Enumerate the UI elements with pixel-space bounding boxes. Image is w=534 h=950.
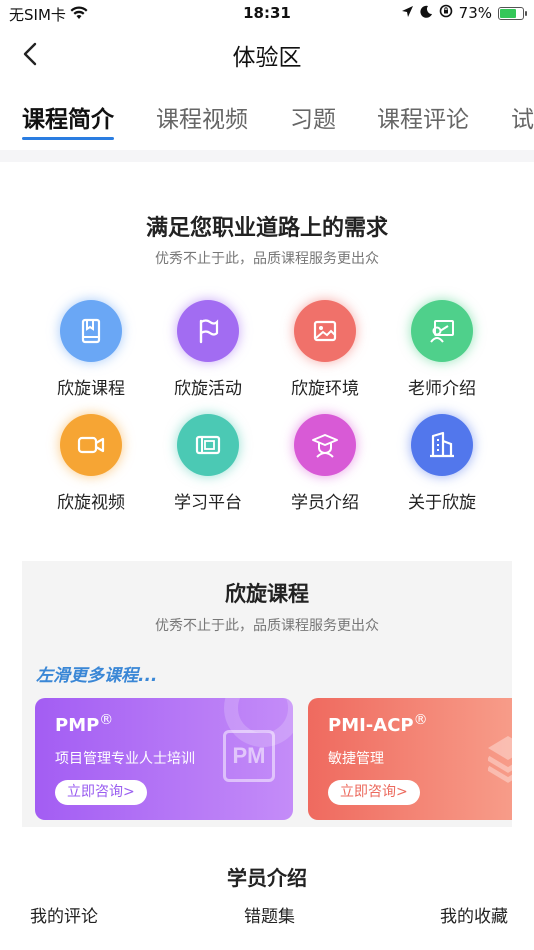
grid-label: 学员介绍 <box>291 493 359 513</box>
grid-label: 学习平台 <box>174 493 242 513</box>
nav-bar: 体验区 <box>0 28 534 80</box>
video-icon <box>60 414 122 476</box>
teacher-icon <box>411 300 473 362</box>
flag-icon <box>177 300 239 362</box>
tab-trial[interactable]: 试 <box>511 100 534 134</box>
pm-badge-icon: PM <box>223 730 275 782</box>
my-favorites-link[interactable]: 我的收藏 <box>440 902 508 927</box>
my-comments-link[interactable]: 我的评论 <box>30 902 98 927</box>
card-title: PMP® <box>55 712 113 736</box>
location-icon <box>401 4 414 22</box>
grid-label: 欣旋活动 <box>174 379 242 399</box>
grid-item-videos[interactable]: 欣旋视频 <box>41 414 141 513</box>
grid-item-about[interactable]: 关于欣旋 <box>392 414 492 513</box>
grid-item-environment[interactable]: 欣旋环境 <box>275 300 375 399</box>
battery-level <box>500 8 517 18</box>
course-card-pmp[interactable]: PM PMP® 项目管理专业人士培训 立即咨询> <box>35 698 293 820</box>
courses-section-title: 欣旋课程 <box>225 582 309 606</box>
card-title: PMI-ACP® <box>328 712 428 736</box>
grid-item-courses[interactable]: 欣旋课程 <box>41 300 141 399</box>
battery-icon <box>498 6 527 20</box>
platform-icon <box>177 414 239 476</box>
tab-exercises[interactable]: 习题 <box>290 100 336 134</box>
image-icon <box>294 300 356 362</box>
building-icon <box>411 414 473 476</box>
grid-item-platform[interactable]: 学习平台 <box>158 414 258 513</box>
grid-label: 欣旋课程 <box>57 379 125 399</box>
tab-active-indicator <box>22 137 114 140</box>
grid-label: 欣旋视频 <box>57 493 125 513</box>
grid-item-activities[interactable]: 欣旋活动 <box>158 300 258 399</box>
card-title-text: PMP <box>55 715 100 736</box>
tab-comments[interactable]: 课程评论 <box>377 100 469 134</box>
grid-label: 关于欣旋 <box>408 493 476 513</box>
card-desc: 项目管理专业人士培训 <box>55 751 195 767</box>
status-bar: 无SIM卡 18:31 73% <box>0 0 534 28</box>
needs-section-title: 满足您职业道路上的需求 <box>145 216 388 241</box>
registered-mark: ® <box>413 712 428 728</box>
tab-videos[interactable]: 课程视频 <box>156 100 248 134</box>
needs-section-subtitle: 优秀不止于此，品质课程服务更出众 <box>155 251 379 267</box>
grid-item-teachers[interactable]: 老师介绍 <box>392 300 492 399</box>
course-card-pmi-acp[interactable]: PMI-ACP® 敏捷管理 立即咨询> <box>308 698 512 820</box>
tab-bar: 课程简介 课程视频 习题 课程评论 试 <box>0 96 534 146</box>
courses-section-subtitle: 优秀不止于此，品质课程服务更出众 <box>155 618 379 634</box>
courses-panel: 欣旋课程 优秀不止于此，品质课程服务更出众 左滑更多课程... PM PMP® … <box>22 561 512 827</box>
card-desc: 敏捷管理 <box>328 751 384 767</box>
book-icon <box>60 300 122 362</box>
grid-label: 欣旋环境 <box>291 379 359 399</box>
battery-percent: 73% <box>458 4 492 22</box>
card-title-text: PMI-ACP <box>328 715 414 736</box>
status-indicators: 73% <box>401 4 527 22</box>
grid-label: 老师介绍 <box>408 379 476 399</box>
section-divider <box>0 150 534 162</box>
wrong-answers-link[interactable]: 错题集 <box>244 902 295 927</box>
consult-button[interactable]: 立即咨询> <box>328 780 420 805</box>
layers-decoration-icon <box>488 736 512 783</box>
moon-icon <box>420 4 433 22</box>
registered-mark: ® <box>99 712 114 728</box>
tab-intro[interactable]: 课程简介 <box>22 100 114 134</box>
grid-item-students[interactable]: 学员介绍 <box>275 414 375 513</box>
graduate-icon <box>294 414 356 476</box>
page-title: 体验区 <box>232 45 302 71</box>
students-section-title: 学员介绍 <box>227 866 307 890</box>
swipe-hint: 左滑更多课程... <box>36 666 158 686</box>
consult-button[interactable]: 立即咨询> <box>55 780 147 805</box>
rotation-lock-icon <box>439 4 453 22</box>
